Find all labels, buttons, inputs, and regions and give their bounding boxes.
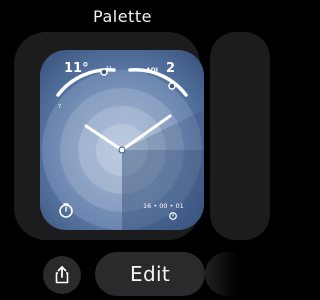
temperature-value: 11° [64, 61, 89, 76]
temp-high-marker: 11 [106, 66, 112, 72]
palette-watch-face[interactable]: 11° 7 11 AQI 2 16 • 00 • 01 [40, 50, 204, 230]
share-icon [55, 266, 69, 284]
temp-low-marker: 7 [58, 104, 61, 110]
page-title: Palette [93, 7, 152, 26]
edit-button-label: Edit [130, 262, 170, 286]
timer-time: 16 • 00 • 01 [143, 202, 184, 210]
next-watch-face-card[interactable] [210, 32, 270, 240]
edit-button-fade [205, 252, 245, 296]
share-button[interactable] [43, 256, 81, 294]
aqi-label: AQI [146, 67, 158, 74]
hand-pivot [118, 146, 126, 154]
edit-button[interactable]: Edit [95, 252, 205, 296]
aqi-value: 2 [166, 61, 175, 76]
